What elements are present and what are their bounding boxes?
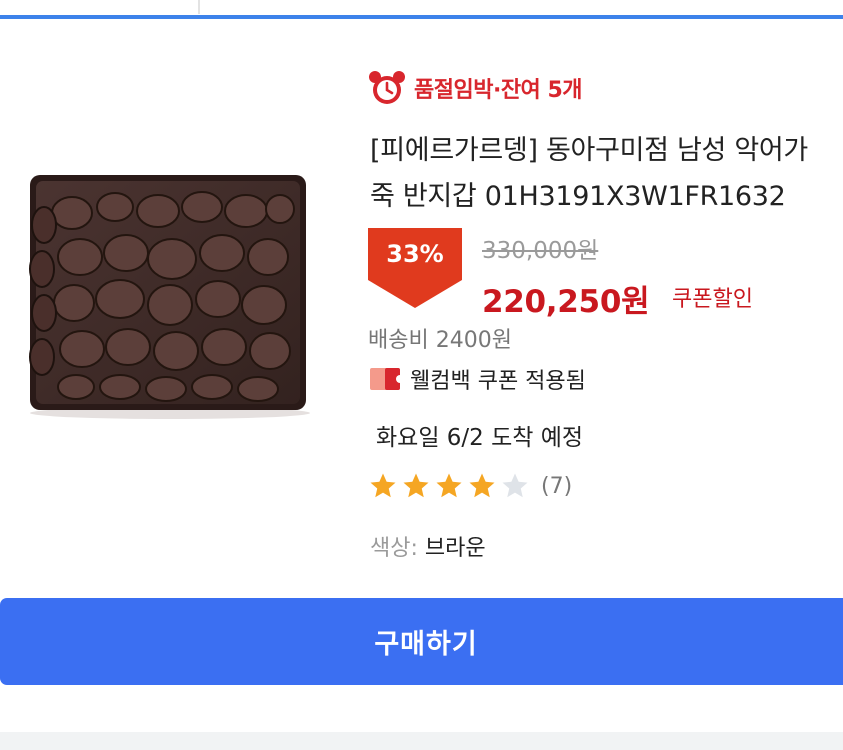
product-image-wallet[interactable]: [0, 165, 320, 425]
coupon-ticket-icon: [370, 368, 400, 390]
welcome-coupon-text: 웰컴백 쿠폰 적용됨: [410, 369, 586, 394]
star-filled-icon: [436, 473, 462, 498]
color-option: 색상: 브라운: [370, 530, 486, 562]
stock-urgency-badge: 품절임박·잔여 5개: [368, 70, 583, 106]
color-label: 색상:: [370, 536, 418, 561]
star-filled-icon: [403, 473, 429, 498]
discount-percent: 33%: [386, 240, 444, 268]
active-tab-indicator: [0, 15, 843, 19]
top-strip: [0, 0, 843, 16]
buy-button[interactable]: 구매하기: [0, 598, 843, 685]
shipping-fee: 배송비 2400원: [368, 328, 512, 353]
alarm-clock-icon: [369, 71, 405, 104]
color-value: 브라운: [424, 536, 486, 561]
rating-row[interactable]: (7): [368, 470, 572, 502]
delivery-estimate: 화요일 6/2 도착 예정: [376, 425, 584, 451]
urgency-text: 품절임박·잔여 5개: [414, 78, 583, 103]
product-title[interactable]: [피에르가르뎅] 동아구미점 남성 악어가 죽 반지갑 01H3191X3W1F…: [370, 128, 843, 220]
star-filled-icon: [469, 473, 495, 498]
product-title-line-2: 죽 반지갑 01H3191X3W1FR1632: [370, 181, 786, 212]
original-price: 330,000원: [482, 238, 599, 264]
review-count: (7): [541, 473, 573, 499]
bottom-section-background: [0, 732, 843, 750]
star-empty-icon: [502, 473, 528, 498]
tab-divider: [198, 0, 200, 14]
star-filled-icon: [370, 473, 396, 498]
welcome-coupon-row: 웰컴백 쿠폰 적용됨: [370, 364, 586, 394]
sale-price: 220,250원: [482, 284, 650, 320]
product-title-line-1: [피에르가르뎅] 동아구미점 남성 악어가: [370, 135, 808, 166]
coupon-discount-label: 쿠폰할인: [672, 287, 753, 312]
